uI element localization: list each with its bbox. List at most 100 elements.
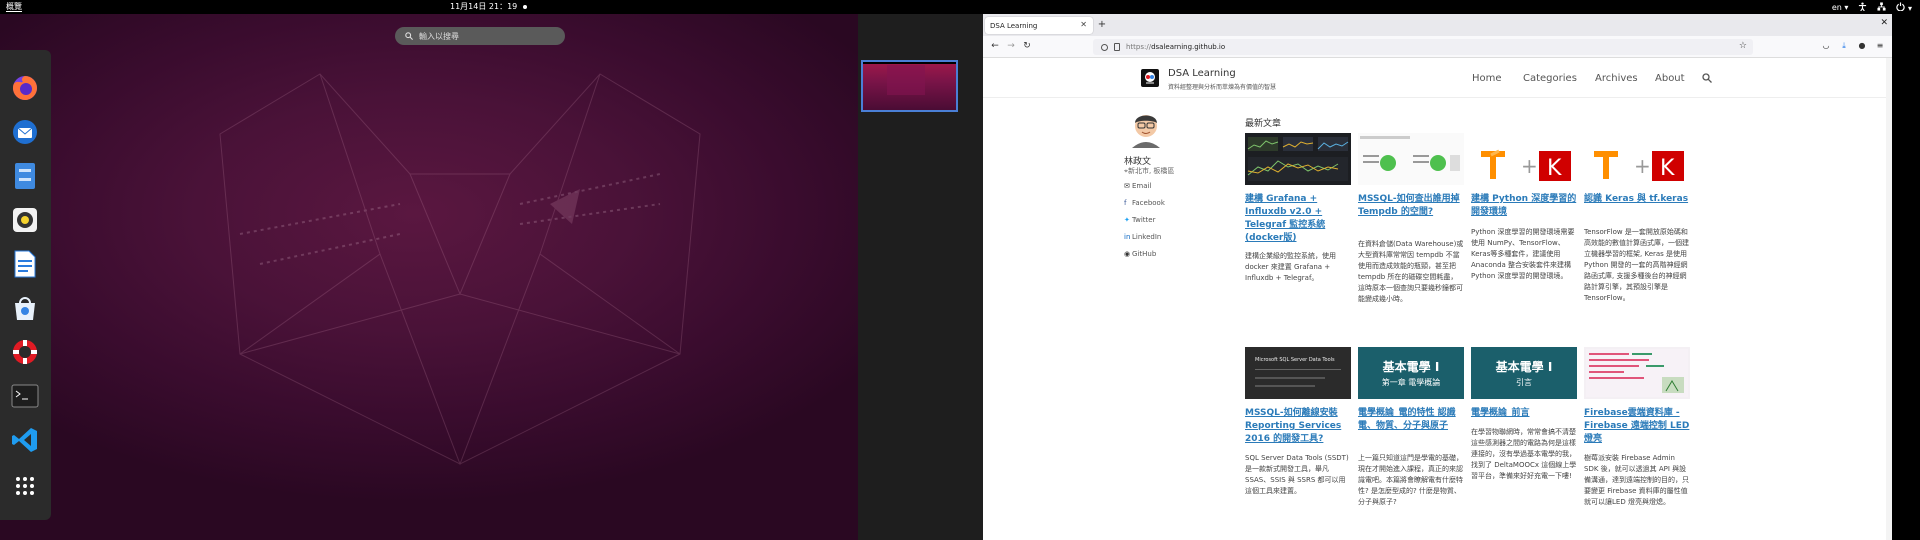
url-protocol: https:// (1126, 43, 1152, 51)
menu-icon[interactable]: ≡ (1875, 41, 1885, 51)
post-title[interactable]: 建構 Grafana + Influxdb v2.0 + Telegraf 監控… (1245, 193, 1351, 245)
workspace-thumbnail[interactable] (861, 60, 958, 112)
post-thumbnail[interactable] (1358, 133, 1464, 185)
files-icon[interactable] (9, 160, 41, 192)
thumbnail-caption: Microsoft SQL Server Data Tools (1255, 357, 1335, 363)
wallpaper-cat-graphic (219, 73, 701, 466)
downloads-icon[interactable]: ⤓ (1839, 41, 1849, 51)
post-excerpt: SQL Server Data Tools (SSDT) 是一款新式開發工具，舉… (1245, 454, 1349, 495)
software-icon[interactable] (9, 292, 41, 324)
tracking-protection-icon[interactable] (1101, 43, 1108, 51)
post-excerpt: 在資料倉儲(Data Warehouse)或大型資料庫常常因 tempdb 不當… (1358, 240, 1464, 303)
nav-about[interactable]: About (1655, 73, 1685, 84)
tab-title: DSA Learning (990, 21, 1038, 30)
social-github[interactable]: ◉ GitHub (1124, 250, 1156, 258)
language-label: en (1831, 2, 1842, 12)
help-icon[interactable] (9, 336, 41, 368)
post-thumbnail[interactable]: + K (1584, 133, 1690, 185)
back-icon[interactable]: ← (989, 40, 1001, 52)
svg-text:+: + (1634, 154, 1651, 178)
desktop-background: 輸入以搜尋 (0, 14, 983, 540)
author-avatar (1132, 115, 1160, 148)
site-header: DSA Learning 資料經整理與分析而萃煉為有價值的智慧 Home Cat… (983, 58, 1886, 98)
notification-dot-icon (523, 4, 528, 9)
url-bar[interactable]: https:// dsalearning.github.io ☆ (1093, 39, 1753, 55)
search-placeholder: 輸入以搜尋 (419, 31, 459, 41)
post-title[interactable]: MSSQL-如何離線安裝 Reporting Services 2016 的開發… (1245, 407, 1351, 446)
post-title[interactable]: 建構 Python 深度學習的開發環境 (1471, 193, 1577, 219)
activities-button[interactable]: 概覽 (6, 2, 22, 12)
location-text: 新北市, 板橋區 (1127, 167, 1175, 175)
accessibility-icon[interactable] (1858, 1, 1867, 13)
post-excerpt: 樹莓派安裝 Firebase Admin SDK 後，就可以透過其 API 與設… (1584, 454, 1689, 506)
post-thumbnail[interactable]: 基本電學 I 引言 (1471, 347, 1577, 399)
show-apps-icon[interactable] (9, 470, 41, 502)
github-icon: ◉ (1124, 250, 1131, 258)
post-title[interactable]: 電學概論_電的特性 認識電、物質、分子與原子 (1358, 407, 1464, 433)
site-title[interactable]: DSA Learning (1168, 68, 1236, 79)
system-tray: en ▾ ▾ (828, 0, 1920, 14)
workspace-thumbnail-bar (863, 62, 956, 64)
site-logo[interactable] (1141, 69, 1159, 87)
clock-text: 11月14日 21：19 (450, 2, 518, 11)
account-icon[interactable]: ● (1857, 41, 1867, 51)
envelope-icon: ✉ (1124, 182, 1130, 190)
firefox-icon[interactable] (9, 72, 41, 104)
post-thumbnail[interactable]: 基本電學 I 第一章 電學概論 (1358, 347, 1464, 399)
bookmark-star-icon[interactable]: ☆ (1739, 41, 1747, 51)
post-excerpt: Python 深度學習的開發環境需要使用 NumPy、TensorFlow、Ke… (1471, 228, 1575, 280)
post-thumbnail[interactable]: Microsoft SQL Server Data Tools (1245, 347, 1351, 399)
tab-close-icon[interactable]: ✕ (1080, 20, 1087, 29)
workspace-thumbnail-window (887, 65, 925, 95)
clock[interactable]: 11月14日 21：19 (450, 2, 528, 11)
thunderbird-icon[interactable] (9, 116, 41, 148)
libreoffice-writer-icon[interactable] (9, 248, 41, 280)
firefox-window: DSA Learning ✕ + ✕ ← → ↻ https:// dsalea… (983, 14, 1892, 540)
input-language[interactable]: en ▾ (1832, 3, 1849, 12)
svg-text:+: + (1521, 154, 1538, 178)
vscode-icon[interactable] (9, 424, 41, 456)
post-thumbnail[interactable] (1584, 347, 1690, 399)
rhythmbox-icon[interactable] (9, 204, 41, 236)
nav-archives[interactable]: Archives (1595, 73, 1638, 84)
nav-home[interactable]: Home (1472, 73, 1502, 84)
search-input[interactable]: 輸入以搜尋 (395, 27, 565, 45)
linkedin-icon: in (1124, 233, 1131, 241)
post-title[interactable]: MSSQL-如何查出誰用掉 Tempdb 的空間? (1358, 193, 1464, 219)
keras-logo-letter: K (1660, 156, 1675, 181)
thumbnail-subheading: 引言 (1516, 378, 1532, 387)
post-excerpt: 在學習物聯網時，常常會搞不清楚這些感測器之間的電路為何是這樣連接的，沒有學過基本… (1471, 428, 1577, 480)
navigation-toolbar: ← → ↻ https:// dsalearning.github.io ☆ ◡… (983, 36, 1892, 58)
reload-icon[interactable]: ↻ (1021, 40, 1033, 52)
post-thumbnail[interactable]: + K (1471, 133, 1577, 185)
url-host: dsalearning.github.io (1151, 43, 1226, 51)
site-search-icon[interactable] (1702, 73, 1712, 83)
social-facebook[interactable]: f Facebook (1124, 199, 1165, 207)
power-menu[interactable]: ▾ (1896, 1, 1912, 13)
post-title[interactable]: Firebase雲端資料庫 - Firebase 遠端控制 LED燈亮 (1584, 407, 1690, 446)
social-linkedin[interactable]: in LinkedIn (1124, 233, 1161, 241)
pocket-icon[interactable]: ◡ (1821, 41, 1831, 51)
forward-icon[interactable]: → (1005, 40, 1017, 52)
network-icon[interactable] (1877, 1, 1886, 13)
social-email-label: Email (1132, 182, 1152, 190)
social-email[interactable]: ✉ Email (1124, 182, 1151, 190)
terminal-icon[interactable] (9, 380, 41, 412)
social-facebook-label: Facebook (1132, 199, 1165, 207)
post-excerpt: TensorFlow 是一套開放原始碼和高效能的數值計算函式庫，一個建立機器學習… (1584, 228, 1689, 302)
facebook-icon: f (1124, 199, 1127, 207)
post-title[interactable]: 電學概論_前言 (1471, 407, 1577, 420)
search-icon (405, 32, 413, 40)
browser-tab[interactable]: DSA Learning ✕ (985, 17, 1093, 34)
window-close-icon[interactable]: ✕ (1880, 18, 1888, 28)
new-tab-icon[interactable]: + (1095, 18, 1109, 32)
top-bar: 概覽 11月14日 21：19 en ▾ ▾ (0, 0, 1920, 14)
social-twitter[interactable]: ✦ Twitter (1124, 216, 1155, 224)
power-icon (1896, 1, 1906, 12)
post-thumbnail[interactable] (1245, 133, 1351, 185)
thumbnail-subheading: 第一章 電學概論 (1381, 378, 1441, 387)
lock-icon[interactable] (1114, 43, 1120, 51)
nav-categories[interactable]: Categories (1523, 73, 1577, 84)
post-title[interactable]: 認識 Keras 與 tf.keras (1584, 193, 1690, 206)
keras-logo-letter: K (1547, 156, 1562, 181)
